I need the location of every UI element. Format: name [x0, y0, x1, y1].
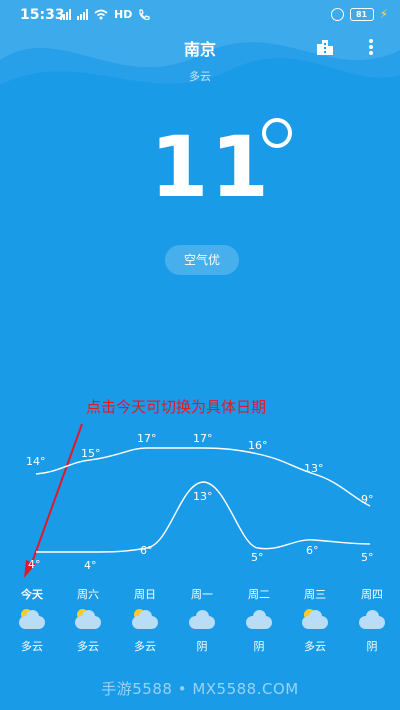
- cloud-icon: [244, 608, 274, 630]
- low-temp-day-4: 13°: [193, 490, 213, 503]
- high-temp-day-7: 9°: [361, 493, 374, 506]
- high-temp-day-5: 16°: [248, 439, 268, 452]
- phone-icon: [139, 8, 150, 20]
- watermark: 手游5588 • MX5588.COM: [101, 680, 299, 698]
- network-type: HD: [114, 8, 133, 21]
- low-temp-day-1: 4°: [28, 558, 41, 571]
- partly-cloudy-icon: [17, 608, 47, 630]
- more-options-icon[interactable]: [368, 38, 374, 56]
- alarm-icon: [330, 7, 344, 21]
- high-temp-day-2: 15°: [81, 447, 101, 460]
- forecast-day[interactable]: 周四 阴: [344, 586, 400, 654]
- signal-icon: [77, 9, 88, 20]
- day-label: 周一: [191, 588, 213, 601]
- forecast-days: 今天 多云 周六 多云 周日 多云 周一 阴 周二 阴 周三 多云 周四 阴: [0, 586, 400, 656]
- forecast-day[interactable]: 周六 多云: [60, 586, 116, 654]
- status-bar: 15:33 HD 81 ⚡: [0, 0, 400, 30]
- air-quality-button[interactable]: 空气优: [165, 245, 239, 275]
- status-right: 81 ⚡: [330, 7, 388, 21]
- low-temp-day-2: 4°: [84, 559, 97, 572]
- day-condition: 阴: [196, 640, 208, 653]
- day-label: 周二: [248, 588, 270, 601]
- cloud-icon: [187, 608, 217, 630]
- status-time: 15:33: [20, 7, 65, 23]
- day-label: 周日: [134, 588, 156, 601]
- charging-icon: ⚡: [379, 7, 388, 21]
- battery-icon: 81: [349, 7, 374, 21]
- forecast-day[interactable]: 周三 多云: [287, 586, 343, 654]
- cloud-icon: [357, 608, 387, 630]
- partly-cloudy-icon: [130, 608, 160, 630]
- current-condition: 多云: [189, 70, 211, 83]
- degree-symbol: [262, 118, 292, 148]
- day-condition: 多云: [134, 640, 156, 653]
- high-temp-day-4: 17°: [193, 432, 213, 445]
- day-label: 周三: [304, 588, 326, 601]
- signal-icon: [60, 9, 71, 20]
- partly-cloudy-icon: [300, 608, 330, 630]
- city-management-icon[interactable]: [316, 38, 334, 56]
- forecast-day[interactable]: 周二 阴: [231, 586, 287, 654]
- low-temp-day-6: 6°: [306, 544, 319, 557]
- day-condition: 阴: [253, 640, 265, 653]
- status-icons: HD: [60, 8, 150, 21]
- forecast-day-today[interactable]: 今天 多云: [4, 586, 60, 654]
- city-title[interactable]: 南京: [0, 36, 400, 60]
- day-condition: 阴: [366, 640, 378, 653]
- wifi-icon: [94, 9, 108, 20]
- day-condition: 多云: [304, 640, 326, 653]
- high-temp-day-3: 17°: [137, 432, 157, 445]
- low-temp-day-3: 6°: [140, 544, 153, 557]
- low-temp-day-7: 5°: [361, 551, 374, 564]
- partly-cloudy-icon: [73, 608, 103, 630]
- low-temp-day-5: 5°: [251, 551, 264, 564]
- day-label: 周四: [361, 588, 383, 601]
- day-label[interactable]: 今天: [4, 586, 60, 604]
- forecast-day[interactable]: 周一 阴: [174, 586, 230, 654]
- current-temperature: 11: [150, 118, 271, 216]
- forecast-day[interactable]: 周日 多云: [117, 586, 173, 654]
- high-temp-day-1: 14°: [26, 455, 46, 468]
- day-label: 周六: [77, 588, 99, 601]
- temperature-chart: 14° 15° 17° 17° 16° 13° 9° 4° 4° 6° 13° …: [26, 432, 374, 572]
- annotation-text: 点击今天可切换为具体日期: [86, 398, 267, 416]
- day-condition: 多云: [77, 640, 99, 653]
- high-temp-day-6: 13°: [304, 462, 324, 475]
- day-condition: 多云: [21, 640, 43, 653]
